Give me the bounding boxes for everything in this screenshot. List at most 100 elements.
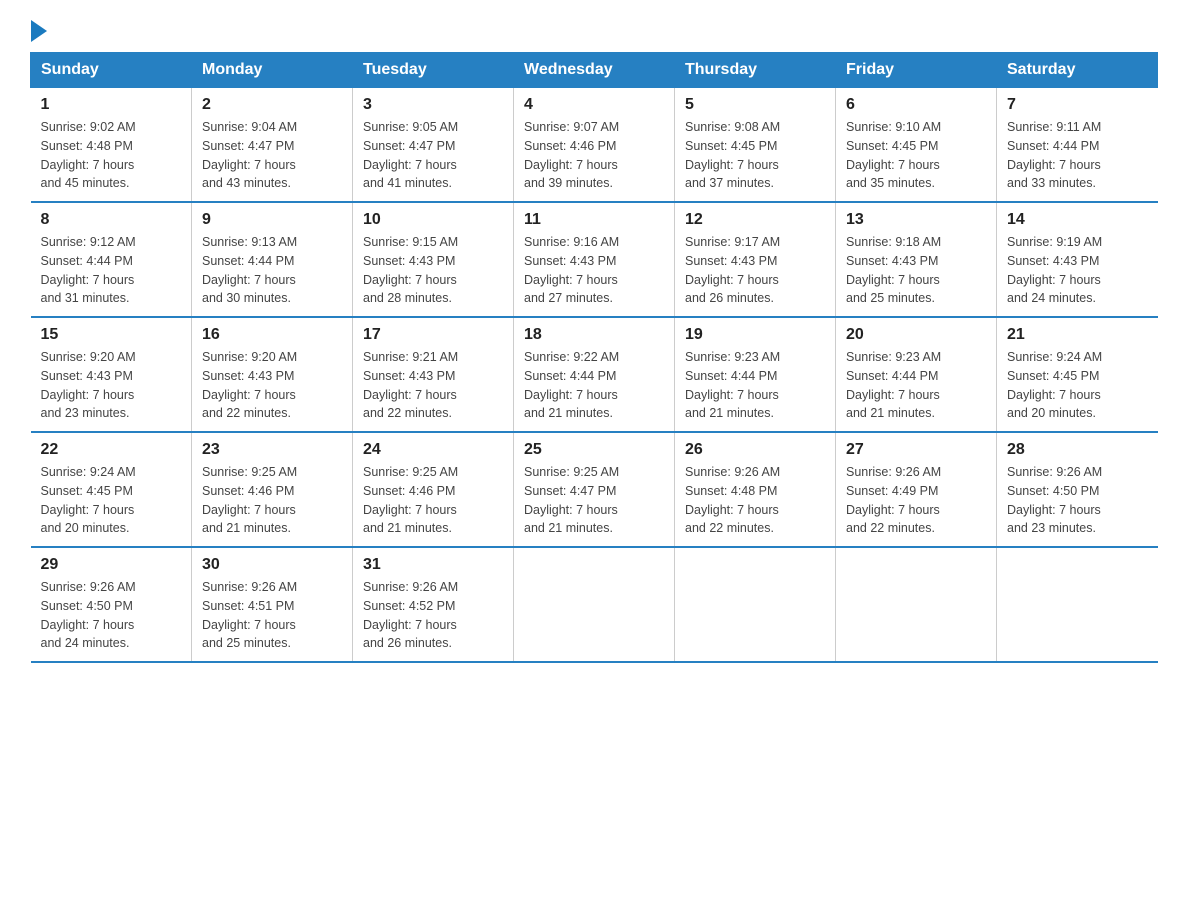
- day-cell: 25 Sunrise: 9:25 AM Sunset: 4:47 PM Dayl…: [514, 432, 675, 547]
- calendar-body: 1 Sunrise: 9:02 AM Sunset: 4:48 PM Dayli…: [31, 88, 1158, 663]
- day-cell: 16 Sunrise: 9:20 AM Sunset: 4:43 PM Dayl…: [192, 317, 353, 432]
- day-number: 16: [202, 326, 342, 344]
- header-cell-tuesday: Tuesday: [353, 53, 514, 88]
- day-info: Sunrise: 9:21 AM Sunset: 4:43 PM Dayligh…: [363, 348, 503, 423]
- day-info: Sunrise: 9:10 AM Sunset: 4:45 PM Dayligh…: [846, 118, 986, 193]
- day-cell: 22 Sunrise: 9:24 AM Sunset: 4:45 PM Dayl…: [31, 432, 192, 547]
- day-info: Sunrise: 9:16 AM Sunset: 4:43 PM Dayligh…: [524, 233, 664, 308]
- day-info: Sunrise: 9:07 AM Sunset: 4:46 PM Dayligh…: [524, 118, 664, 193]
- day-info: Sunrise: 9:26 AM Sunset: 4:49 PM Dayligh…: [846, 463, 986, 538]
- day-info: Sunrise: 9:23 AM Sunset: 4:44 PM Dayligh…: [846, 348, 986, 423]
- day-number: 26: [685, 441, 825, 459]
- day-info: Sunrise: 9:08 AM Sunset: 4:45 PM Dayligh…: [685, 118, 825, 193]
- day-info: Sunrise: 9:18 AM Sunset: 4:43 PM Dayligh…: [846, 233, 986, 308]
- day-info: Sunrise: 9:26 AM Sunset: 4:50 PM Dayligh…: [1007, 463, 1148, 538]
- day-info: Sunrise: 9:25 AM Sunset: 4:46 PM Dayligh…: [363, 463, 503, 538]
- day-number: 10: [363, 211, 503, 229]
- day-number: 20: [846, 326, 986, 344]
- day-info: Sunrise: 9:12 AM Sunset: 4:44 PM Dayligh…: [41, 233, 182, 308]
- day-cell: 2 Sunrise: 9:04 AM Sunset: 4:47 PM Dayli…: [192, 88, 353, 203]
- day-cell: [997, 547, 1158, 662]
- day-info: Sunrise: 9:26 AM Sunset: 4:52 PM Dayligh…: [363, 578, 503, 653]
- day-number: 7: [1007, 96, 1148, 114]
- day-cell: [514, 547, 675, 662]
- day-number: 12: [685, 211, 825, 229]
- week-row-1: 1 Sunrise: 9:02 AM Sunset: 4:48 PM Dayli…: [31, 88, 1158, 203]
- day-cell: 8 Sunrise: 9:12 AM Sunset: 4:44 PM Dayli…: [31, 202, 192, 317]
- day-cell: 31 Sunrise: 9:26 AM Sunset: 4:52 PM Dayl…: [353, 547, 514, 662]
- page-header: [30, 20, 1158, 42]
- day-number: 15: [41, 326, 182, 344]
- day-number: 11: [524, 211, 664, 229]
- day-cell: 3 Sunrise: 9:05 AM Sunset: 4:47 PM Dayli…: [353, 88, 514, 203]
- header-cell-friday: Friday: [836, 53, 997, 88]
- day-number: 22: [41, 441, 182, 459]
- day-cell: 6 Sunrise: 9:10 AM Sunset: 4:45 PM Dayli…: [836, 88, 997, 203]
- day-number: 23: [202, 441, 342, 459]
- day-info: Sunrise: 9:19 AM Sunset: 4:43 PM Dayligh…: [1007, 233, 1148, 308]
- day-cell: 12 Sunrise: 9:17 AM Sunset: 4:43 PM Dayl…: [675, 202, 836, 317]
- day-info: Sunrise: 9:13 AM Sunset: 4:44 PM Dayligh…: [202, 233, 342, 308]
- header-cell-sunday: Sunday: [31, 53, 192, 88]
- day-number: 21: [1007, 326, 1148, 344]
- week-row-5: 29 Sunrise: 9:26 AM Sunset: 4:50 PM Dayl…: [31, 547, 1158, 662]
- day-number: 1: [41, 96, 182, 114]
- day-number: 17: [363, 326, 503, 344]
- day-number: 31: [363, 556, 503, 574]
- day-info: Sunrise: 9:24 AM Sunset: 4:45 PM Dayligh…: [41, 463, 182, 538]
- day-info: Sunrise: 9:26 AM Sunset: 4:50 PM Dayligh…: [41, 578, 182, 653]
- header-cell-monday: Monday: [192, 53, 353, 88]
- week-row-4: 22 Sunrise: 9:24 AM Sunset: 4:45 PM Dayl…: [31, 432, 1158, 547]
- day-cell: 4 Sunrise: 9:07 AM Sunset: 4:46 PM Dayli…: [514, 88, 675, 203]
- day-info: Sunrise: 9:17 AM Sunset: 4:43 PM Dayligh…: [685, 233, 825, 308]
- header-row: SundayMondayTuesdayWednesdayThursdayFrid…: [31, 53, 1158, 88]
- day-number: 5: [685, 96, 825, 114]
- day-info: Sunrise: 9:26 AM Sunset: 4:48 PM Dayligh…: [685, 463, 825, 538]
- day-cell: 10 Sunrise: 9:15 AM Sunset: 4:43 PM Dayl…: [353, 202, 514, 317]
- day-number: 4: [524, 96, 664, 114]
- calendar-table: SundayMondayTuesdayWednesdayThursdayFrid…: [30, 52, 1158, 663]
- day-cell: 1 Sunrise: 9:02 AM Sunset: 4:48 PM Dayli…: [31, 88, 192, 203]
- day-info: Sunrise: 9:11 AM Sunset: 4:44 PM Dayligh…: [1007, 118, 1148, 193]
- day-info: Sunrise: 9:23 AM Sunset: 4:44 PM Dayligh…: [685, 348, 825, 423]
- day-info: Sunrise: 9:25 AM Sunset: 4:47 PM Dayligh…: [524, 463, 664, 538]
- day-cell: 15 Sunrise: 9:20 AM Sunset: 4:43 PM Dayl…: [31, 317, 192, 432]
- day-info: Sunrise: 9:20 AM Sunset: 4:43 PM Dayligh…: [41, 348, 182, 423]
- day-number: 14: [1007, 211, 1148, 229]
- day-cell: 14 Sunrise: 9:19 AM Sunset: 4:43 PM Dayl…: [997, 202, 1158, 317]
- day-number: 27: [846, 441, 986, 459]
- day-cell: 11 Sunrise: 9:16 AM Sunset: 4:43 PM Dayl…: [514, 202, 675, 317]
- day-cell: 13 Sunrise: 9:18 AM Sunset: 4:43 PM Dayl…: [836, 202, 997, 317]
- day-number: 2: [202, 96, 342, 114]
- header-cell-wednesday: Wednesday: [514, 53, 675, 88]
- day-cell: 17 Sunrise: 9:21 AM Sunset: 4:43 PM Dayl…: [353, 317, 514, 432]
- day-info: Sunrise: 9:04 AM Sunset: 4:47 PM Dayligh…: [202, 118, 342, 193]
- day-cell: [675, 547, 836, 662]
- day-cell: 21 Sunrise: 9:24 AM Sunset: 4:45 PM Dayl…: [997, 317, 1158, 432]
- day-cell: 18 Sunrise: 9:22 AM Sunset: 4:44 PM Dayl…: [514, 317, 675, 432]
- day-info: Sunrise: 9:15 AM Sunset: 4:43 PM Dayligh…: [363, 233, 503, 308]
- day-number: 19: [685, 326, 825, 344]
- day-info: Sunrise: 9:22 AM Sunset: 4:44 PM Dayligh…: [524, 348, 664, 423]
- day-number: 8: [41, 211, 182, 229]
- day-cell: 9 Sunrise: 9:13 AM Sunset: 4:44 PM Dayli…: [192, 202, 353, 317]
- day-info: Sunrise: 9:24 AM Sunset: 4:45 PM Dayligh…: [1007, 348, 1148, 423]
- day-number: 13: [846, 211, 986, 229]
- day-cell: 27 Sunrise: 9:26 AM Sunset: 4:49 PM Dayl…: [836, 432, 997, 547]
- day-cell: 29 Sunrise: 9:26 AM Sunset: 4:50 PM Dayl…: [31, 547, 192, 662]
- day-number: 29: [41, 556, 182, 574]
- day-number: 3: [363, 96, 503, 114]
- day-cell: 5 Sunrise: 9:08 AM Sunset: 4:45 PM Dayli…: [675, 88, 836, 203]
- day-info: Sunrise: 9:26 AM Sunset: 4:51 PM Dayligh…: [202, 578, 342, 653]
- day-cell: 28 Sunrise: 9:26 AM Sunset: 4:50 PM Dayl…: [997, 432, 1158, 547]
- day-number: 28: [1007, 441, 1148, 459]
- day-cell: 24 Sunrise: 9:25 AM Sunset: 4:46 PM Dayl…: [353, 432, 514, 547]
- day-number: 18: [524, 326, 664, 344]
- logo-arrow-icon: [31, 20, 47, 42]
- week-row-2: 8 Sunrise: 9:12 AM Sunset: 4:44 PM Dayli…: [31, 202, 1158, 317]
- day-cell: 7 Sunrise: 9:11 AM Sunset: 4:44 PM Dayli…: [997, 88, 1158, 203]
- day-number: 6: [846, 96, 986, 114]
- day-cell: 26 Sunrise: 9:26 AM Sunset: 4:48 PM Dayl…: [675, 432, 836, 547]
- day-cell: 30 Sunrise: 9:26 AM Sunset: 4:51 PM Dayl…: [192, 547, 353, 662]
- week-row-3: 15 Sunrise: 9:20 AM Sunset: 4:43 PM Dayl…: [31, 317, 1158, 432]
